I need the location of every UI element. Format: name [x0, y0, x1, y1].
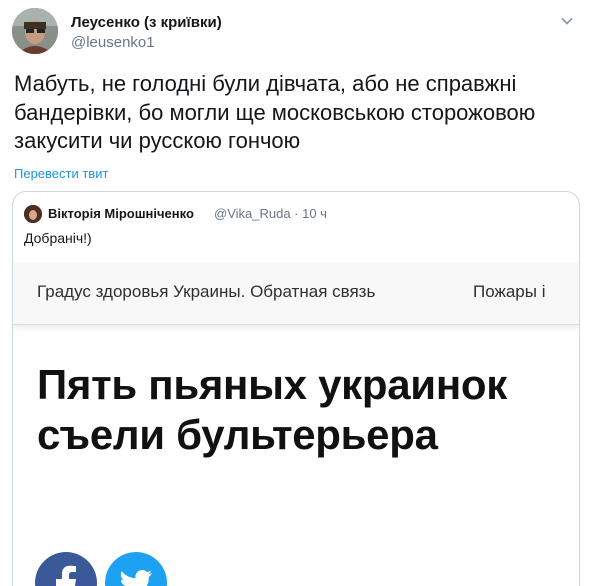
tweet: Леусенко (з криївки) @leusenko1 Мабуть, … [0, 0, 590, 586]
quoted-author-avatar [24, 205, 42, 223]
media-site-nav: Градус здоровья Украины. Обратная связь … [13, 262, 579, 325]
quoted-tweet-text: Добраніч!) [24, 230, 92, 246]
author-handle[interactable]: @leusenko1 [71, 34, 155, 51]
author-avatar[interactable] [12, 8, 58, 54]
quoted-author-meta: @Vika_Ruda · 10 ч [214, 206, 327, 221]
media-nav-item: Градус здоровья Украины. Обратная связь [37, 282, 376, 301]
twitter-icon [105, 552, 167, 586]
media-nav-item: Пожары і [473, 282, 546, 301]
facebook-icon [35, 552, 97, 586]
tweet-text: Мабуть, не голодні були дівчата, або не … [14, 71, 536, 153]
quoted-tweet[interactable]: Вікторія Мірошніченко @Vika_Ruda · 10 ч … [12, 191, 580, 586]
quoted-author-name: Вікторія Мірошніченко [48, 206, 194, 221]
author-name[interactable]: Леусенко (з криївки) [71, 14, 222, 31]
chevron-down-icon[interactable] [560, 14, 574, 28]
media-headline: Пять пьяных украинок съели бультерьера [37, 361, 507, 458]
translate-tweet-link[interactable]: Перевести твит [14, 166, 108, 181]
quoted-media-image[interactable]: Градус здоровья Украины. Обратная связь … [13, 262, 579, 586]
tweet-header: Леусенко (з криївки) @leusenko1 [12, 8, 578, 56]
